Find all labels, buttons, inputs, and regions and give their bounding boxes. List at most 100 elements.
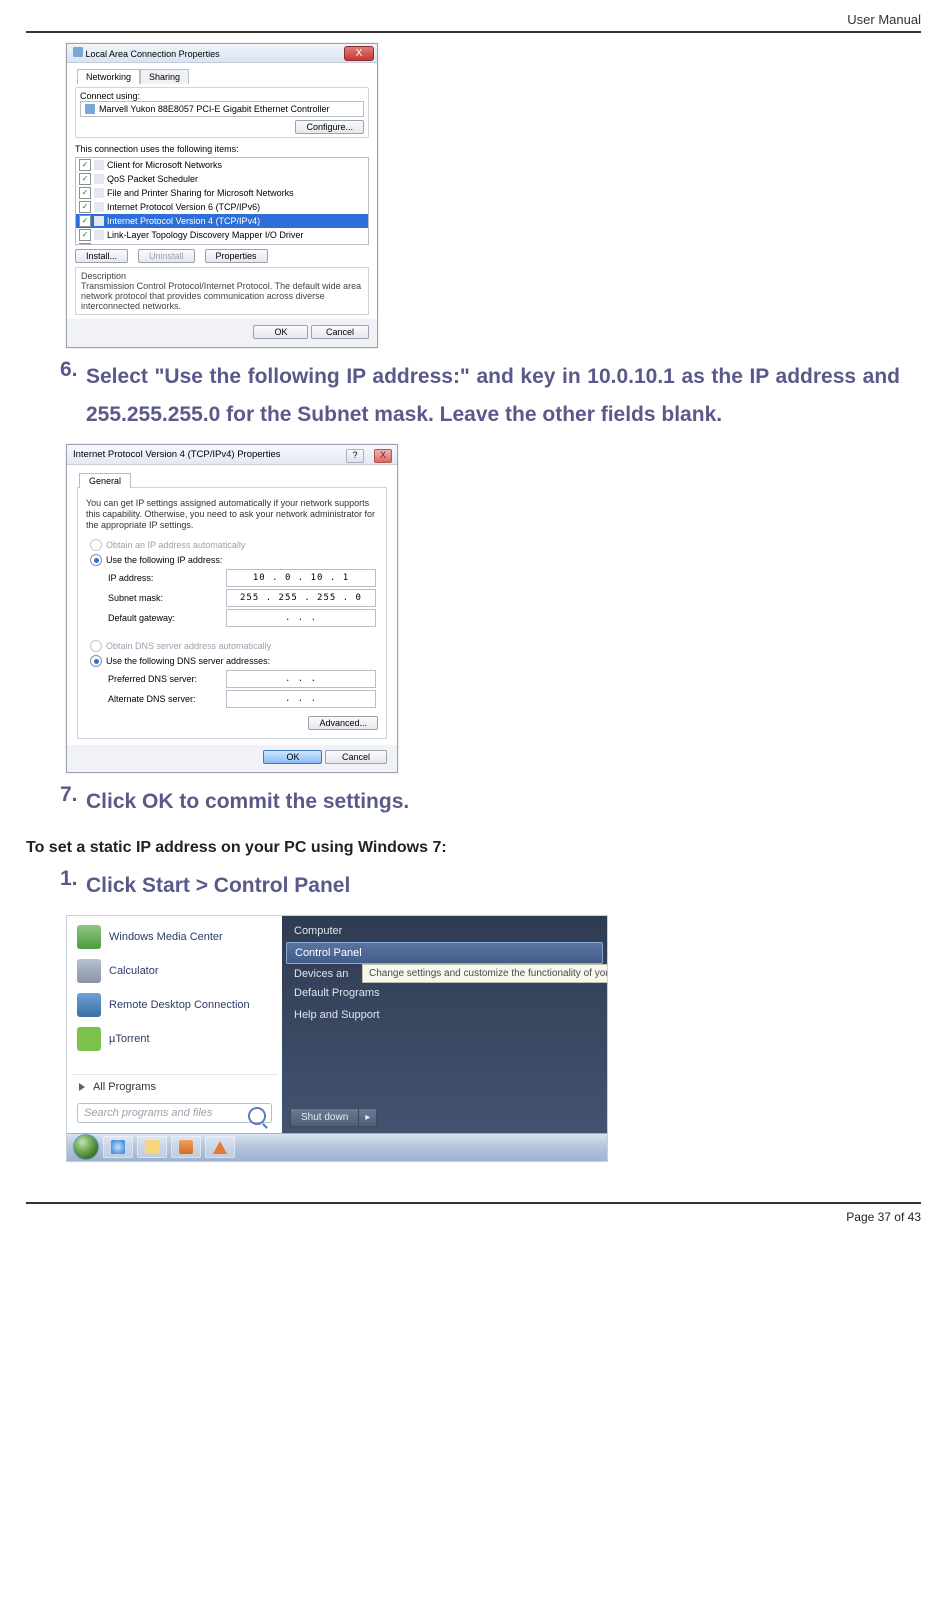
connect-using-label: Connect using: [80, 91, 364, 101]
cancel-button[interactable]: Cancel [325, 750, 387, 764]
list-item[interactable]: Client for Microsoft Networks [107, 158, 222, 172]
tab-networking[interactable]: Networking [77, 69, 140, 84]
pdns-input[interactable]: . . . [226, 670, 376, 688]
dialog2-titlebar: Internet Protocol Version 4 (TCP/IPv4) P… [67, 445, 397, 465]
footer-text: Page 37 of 43 [846, 1210, 921, 1224]
step6-text: Select "Use the following IP address:" a… [86, 358, 900, 434]
gateway-label: Default gateway: [108, 613, 226, 623]
taskbar-vlc[interactable] [205, 1136, 235, 1158]
calculator-icon [77, 959, 101, 983]
start-item-label: µTorrent [109, 1033, 150, 1045]
shutdown-button[interactable]: Shut down ▸ [290, 1108, 377, 1127]
adns-input[interactable]: . . . [226, 690, 376, 708]
adapter-icon [73, 47, 83, 57]
page-header: User Manual [26, 12, 921, 33]
taskbar-explorer[interactable] [137, 1136, 167, 1158]
arrow-icon [79, 1083, 85, 1091]
control-panel-tooltip: Change settings and customize the functi… [362, 964, 608, 983]
taskbar [67, 1133, 607, 1161]
advanced-button[interactable]: Advanced... [308, 716, 378, 730]
install-button[interactable]: Install... [75, 249, 128, 263]
close-button[interactable]: X [374, 449, 392, 463]
ip-input[interactable]: 10 . 0 . 10 . 1 [226, 569, 376, 587]
taskbar-ie[interactable] [103, 1136, 133, 1158]
shutdown-label: Shut down [290, 1108, 359, 1127]
dialog1-titlebar: Local Area Connection Properties X [67, 44, 377, 63]
ok-button[interactable]: OK [253, 325, 308, 339]
start-right-default-programs[interactable]: Default Programs [282, 982, 607, 1004]
section2-heading: To set a static IP address on your PC us… [26, 839, 921, 857]
start-item-label: Remote Desktop Connection [109, 999, 250, 1011]
adns-label: Alternate DNS server: [108, 694, 226, 704]
start-item-rdp[interactable]: Remote Desktop Connection [71, 988, 278, 1022]
search-input[interactable]: Search programs and files [77, 1103, 272, 1123]
start-item-calculator[interactable]: Calculator [71, 954, 278, 988]
step1-number: 1. [60, 867, 86, 905]
ipv4-properties-dialog: Internet Protocol Version 4 (TCP/IPv4) P… [66, 444, 398, 774]
configure-button[interactable]: Configure... [295, 120, 364, 134]
start-item-label: Windows Media Center [109, 931, 223, 943]
list-item[interactable]: File and Printer Sharing for Microsoft N… [107, 186, 294, 200]
help-button[interactable]: ? [346, 449, 364, 463]
uninstall-button: Uninstall [138, 249, 195, 263]
description-label: Description [81, 271, 363, 281]
properties-button[interactable]: Properties [205, 249, 268, 263]
ip-label: IP address: [108, 573, 226, 583]
wmc-icon [77, 925, 101, 949]
start-item-wmc[interactable]: Windows Media Center [71, 920, 278, 954]
step6-number: 6. [60, 358, 86, 434]
lan-properties-dialog: Local Area Connection Properties X Netwo… [66, 43, 378, 348]
search-icon [248, 1107, 266, 1125]
search-placeholder: Search programs and files [84, 1107, 212, 1119]
utorrent-icon [77, 1027, 101, 1051]
tab-sharing[interactable]: Sharing [140, 69, 189, 84]
list-item[interactable]: QoS Packet Scheduler [107, 172, 198, 186]
list-item[interactable]: Internet Protocol Version 6 (TCP/IPv6) [107, 200, 260, 214]
dialog2-title: Internet Protocol Version 4 (TCP/IPv4) P… [73, 449, 281, 460]
radio-use-ip[interactable] [90, 554, 102, 566]
all-programs-label: All Programs [93, 1081, 156, 1093]
radio-auto-dns [90, 640, 102, 652]
list-item[interactable]: Link-Layer Topology Discovery Responder [107, 242, 276, 245]
radio-auto-ip-label: Obtain an IP address automatically [106, 540, 245, 550]
nic-field: Marvell Yukon 88E8057 PCI-E Gigabit Ethe… [80, 101, 364, 117]
start-item-label: Calculator [109, 965, 159, 977]
start-left-pane: Windows Media Center Calculator Remote D… [67, 916, 282, 1133]
start-right-help[interactable]: Help and Support [282, 1004, 607, 1026]
nic-name: Marvell Yukon 88E8057 PCI-E Gigabit Ethe… [99, 104, 329, 114]
list-item-selected[interactable]: Internet Protocol Version 4 (TCP/IPv4) [107, 214, 260, 228]
nic-icon [85, 104, 95, 114]
description-text: Transmission Control Protocol/Internet P… [81, 281, 363, 311]
gateway-input[interactable]: . . . [226, 609, 376, 627]
radio-use-ip-label: Use the following IP address: [106, 555, 222, 565]
start-right-computer[interactable]: Computer [282, 920, 607, 942]
radio-auto-ip [90, 539, 102, 551]
uses-label: This connection uses the following items… [75, 144, 369, 154]
taskbar-media-player[interactable] [171, 1136, 201, 1158]
header-title: User Manual [847, 12, 921, 27]
cancel-button[interactable]: Cancel [311, 325, 369, 339]
pdns-label: Preferred DNS server: [108, 674, 226, 684]
mask-label: Subnet mask: [108, 593, 226, 603]
radio-use-dns-label: Use the following DNS server addresses: [106, 656, 270, 666]
list-item[interactable]: Link-Layer Topology Discovery Mapper I/O… [107, 228, 303, 242]
shutdown-arrow[interactable]: ▸ [359, 1108, 377, 1127]
all-programs[interactable]: All Programs [71, 1074, 278, 1099]
tab-general[interactable]: General [79, 473, 131, 488]
radio-auto-dns-label: Obtain DNS server address automatically [106, 641, 271, 651]
page-footer: Page 37 of 43 [26, 1202, 921, 1224]
start-menu-screenshot: Windows Media Center Calculator Remote D… [66, 915, 608, 1162]
mask-input[interactable]: 255 . 255 . 255 . 0 [226, 589, 376, 607]
close-button[interactable]: X [344, 46, 374, 61]
start-right-devices-partial[interactable]: Devices an [294, 968, 348, 980]
ok-button[interactable]: OK [263, 750, 322, 764]
radio-use-dns[interactable] [90, 655, 102, 667]
start-right-control-panel[interactable]: Control Panel [286, 942, 603, 964]
start-orb-icon[interactable] [73, 1134, 99, 1160]
intro-text: You can get IP settings assigned automat… [86, 498, 378, 532]
start-right-pane: Computer Control Panel Devices an Change… [282, 916, 607, 1133]
start-item-utorrent[interactable]: µTorrent [71, 1022, 278, 1056]
items-list[interactable]: ✓Client for Microsoft Networks ✓QoS Pack… [75, 157, 369, 245]
step1-text: Click Start > Control Panel [86, 867, 900, 905]
dialog1-title: Local Area Connection Properties [86, 49, 220, 59]
